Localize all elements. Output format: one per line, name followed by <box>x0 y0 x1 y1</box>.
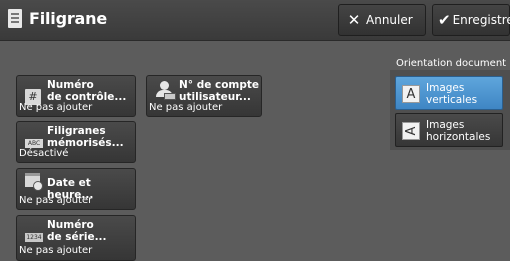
serial-number-label-line1: Numéro <box>47 219 94 231</box>
checkmark-icon: ✔ <box>438 11 451 29</box>
landscape-label-line2: horizontales <box>426 131 491 143</box>
control-number-status: Ne pas ajouter <box>19 102 93 113</box>
close-icon: ✕ <box>347 11 361 29</box>
portrait-label-line2: verticales <box>426 94 478 106</box>
save-button[interactable]: ✔ Enregistrer <box>432 4 510 36</box>
date-time-status: Ne pas ajouter <box>19 195 93 206</box>
abc-watermark-icon: ABC <box>25 139 43 148</box>
serial-number-button[interactable]: 1234 Numéro de série... Ne pas ajouter <box>16 215 136 261</box>
user-account-label-line1: N° de compte <box>179 79 260 91</box>
page-title: Filigrane <box>29 9 107 28</box>
orientation-heading: Orientation document <box>396 58 507 69</box>
control-number-label-line1: Numéro <box>47 79 94 91</box>
calendar-clock-icon <box>25 173 43 191</box>
landscape-a-icon: A <box>402 122 420 140</box>
serial-number-icon: 1234 <box>25 233 43 242</box>
date-time-button[interactable]: Date et heure... Ne pas ajouter <box>16 168 136 210</box>
stored-watermarks-button[interactable]: ABC Filigranes mémorisés... Désactivé <box>16 121 136 163</box>
portrait-label-line1: Images <box>426 82 465 94</box>
portrait-a-icon: A <box>402 85 420 103</box>
title-bar: Filigrane ✕ Annuler ✔ Enregistrer <box>0 0 510 41</box>
landscape-option[interactable]: A Images horizontales <box>395 113 503 147</box>
user-account-number-button[interactable]: N° de compte utilisateur... Ne pas ajout… <box>146 75 262 117</box>
cancel-button[interactable]: ✕ Annuler <box>338 4 426 36</box>
cancel-label: Annuler <box>366 13 413 27</box>
serial-number-label-line2: de série... <box>47 231 107 243</box>
user-account-icon <box>155 81 176 101</box>
portrait-option[interactable]: A Images verticales <box>395 76 503 110</box>
save-label: Enregistrer <box>452 13 510 27</box>
control-number-button[interactable]: # Numéro de contrôle... Ne pas ajouter <box>16 75 136 117</box>
stored-watermarks-status: Désactivé <box>19 148 69 159</box>
orientation-panel: A Images verticales A Images horizontale… <box>390 70 510 150</box>
stored-watermarks-label-line1: Filigranes <box>47 125 106 137</box>
user-account-status: Ne pas ajouter <box>149 102 223 113</box>
document-icon <box>8 9 22 28</box>
landscape-label-line1: Images <box>426 119 465 131</box>
serial-number-status: Ne pas ajouter <box>19 245 93 256</box>
